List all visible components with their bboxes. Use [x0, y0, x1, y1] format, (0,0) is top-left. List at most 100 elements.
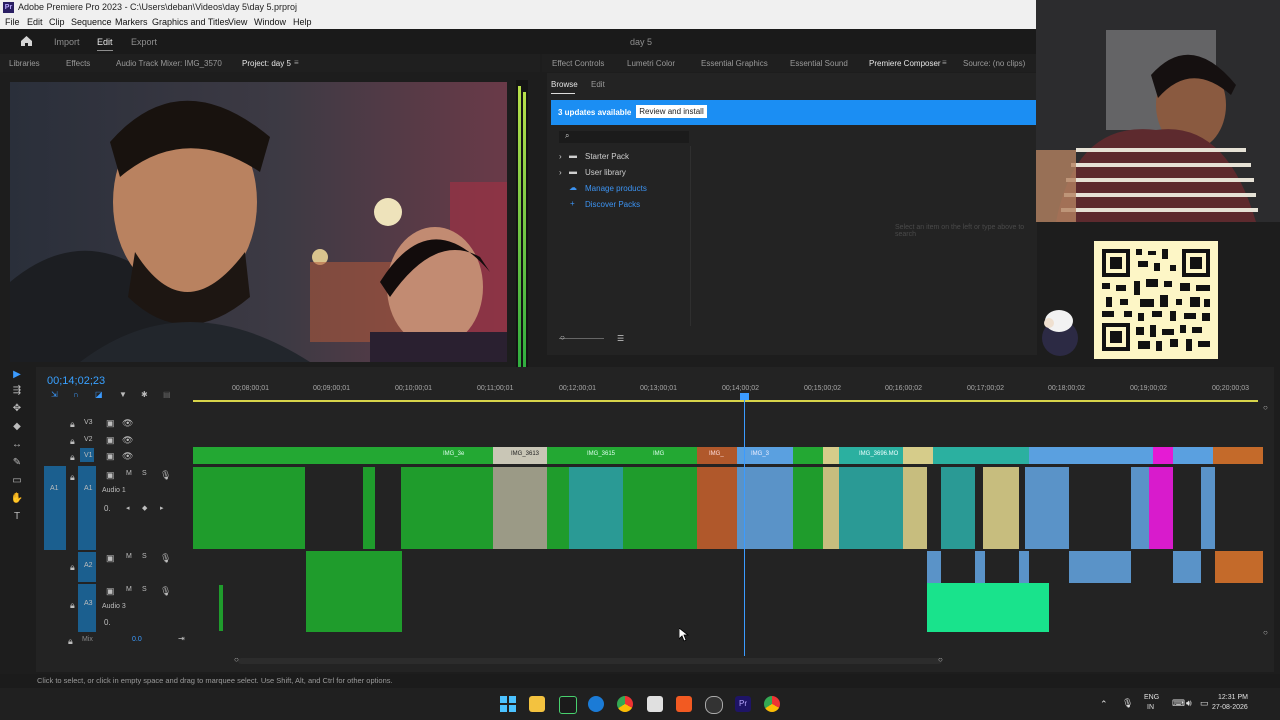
chrome-profile-icon[interactable]	[764, 696, 780, 712]
import-tab[interactable]: Import	[54, 37, 80, 47]
mix-value[interactable]: 0.0	[132, 636, 142, 643]
lock-icon[interactable]: 🔒︎	[70, 436, 75, 447]
volume-value[interactable]: 0.	[104, 504, 111, 513]
panel-menu-icon[interactable]: ≡	[942, 58, 947, 67]
tab-essential-sound[interactable]: Essential Sound	[790, 59, 848, 68]
eye-icon[interactable]: 👁︎	[122, 418, 133, 429]
wrench-icon[interactable]: ✱	[141, 390, 148, 399]
toggle-sync-icon[interactable]: ▣	[106, 418, 115, 429]
audio-clip[interactable]	[839, 467, 903, 549]
audio-clip[interactable]	[823, 467, 839, 549]
tab-effects[interactable]: Effects	[66, 59, 90, 68]
video-clip[interactable]: IMG_3613	[493, 447, 547, 464]
vertical-zoom-icon[interactable]: ○	[1263, 403, 1268, 412]
razor-tool-icon[interactable]: ◆	[10, 421, 24, 433]
audio-clip[interactable]	[1025, 467, 1069, 549]
mix-end-icon[interactable]: ⇥	[178, 634, 185, 643]
audio-clip[interactable]	[306, 551, 402, 583]
list-view-icon[interactable]: ☰	[617, 334, 624, 343]
tab-project[interactable]: Project: day 5	[242, 59, 291, 68]
audio-clip[interactable]	[927, 551, 941, 583]
chevron-right-icon[interactable]: ›	[559, 168, 562, 177]
tree-starter-pack[interactable]: Starter Pack	[585, 152, 629, 161]
audio-clip[interactable]	[1201, 467, 1215, 549]
audio-clip[interactable]	[941, 467, 975, 549]
menu-clip[interactable]: Clip	[49, 17, 65, 27]
battery-icon[interactable]: ▭	[1200, 698, 1209, 709]
language-top[interactable]: ENG	[1144, 694, 1159, 701]
marker-icon[interactable]: ▼	[119, 390, 127, 399]
video-clip[interactable]: IMG_	[697, 447, 737, 464]
menu-help[interactable]: Help	[293, 17, 312, 27]
ripple-edit-tool-icon[interactable]: ✥	[10, 403, 24, 415]
audio-clip[interactable]	[1173, 551, 1201, 583]
audio-clip[interactable]	[983, 467, 1019, 549]
tab-effect-controls[interactable]: Effect Controls	[552, 59, 604, 68]
windows-start-icon[interactable]	[500, 696, 516, 712]
audio-clip[interactable]	[793, 467, 823, 549]
brave-icon[interactable]	[676, 696, 692, 712]
audio-clip[interactable]	[306, 583, 402, 632]
toggle-sync-icon[interactable]: ▣	[106, 553, 115, 564]
toggle-sync-icon[interactable]: ▣	[106, 586, 115, 597]
video-clip[interactable]	[933, 447, 1029, 464]
slider-handle-icon[interactable]: ○	[560, 333, 565, 342]
audio-clip[interactable]	[623, 467, 697, 549]
tree-user-library[interactable]: User library	[585, 168, 626, 177]
nest-icon[interactable]: ⇲	[51, 390, 58, 399]
keyframe-add-icon[interactable]: ◆	[142, 504, 147, 512]
playhead-handle[interactable]	[740, 393, 749, 400]
menu-markers[interactable]: Markers	[115, 17, 148, 27]
clips-area[interactable]: IMG_3613 IMG_3615 IMG_ IMG_3 IMG_3696.MO…	[193, 445, 1263, 635]
scroll-handle-right-icon[interactable]: ○	[938, 655, 943, 664]
store-icon[interactable]	[647, 696, 663, 712]
audio-clip[interactable]	[193, 467, 305, 549]
microphone-icon[interactable]: 🎙︎	[160, 586, 171, 597]
home-icon[interactable]	[20, 35, 33, 47]
source-patch-a1[interactable]	[44, 466, 66, 550]
solo-button[interactable]: S	[142, 586, 147, 593]
subtab-edit[interactable]: Edit	[591, 80, 605, 89]
lock-icon[interactable]: 🔒︎	[70, 472, 75, 483]
clock-time[interactable]: 12:31 PM	[1218, 694, 1248, 701]
discover-packs-link[interactable]: Discover Packs	[585, 200, 640, 209]
zoom-slider[interactable]	[559, 338, 604, 339]
volume-icon[interactable]: 🔊︎	[1186, 698, 1192, 709]
pen-tool-icon[interactable]: ✎	[10, 457, 24, 469]
lock-icon[interactable]: 🔒︎	[70, 419, 75, 430]
microphone-icon[interactable]: 🎙︎	[160, 470, 171, 481]
rectangle-tool-icon[interactable]: ▭	[10, 475, 24, 487]
audio-clip[interactable]	[1215, 551, 1263, 583]
menu-sequence[interactable]: Sequence	[71, 17, 112, 27]
video-clip[interactable]	[1153, 447, 1173, 464]
playhead[interactable]	[744, 394, 745, 656]
chevron-up-icon[interactable]: ⌃	[1100, 699, 1108, 710]
review-install-button[interactable]: Review and install	[636, 105, 707, 118]
mute-button[interactable]: M	[126, 553, 132, 560]
video-clip[interactable]	[1173, 447, 1213, 464]
microphone-tray-icon[interactable]: 🎙︎	[1122, 698, 1133, 709]
linked-select-icon[interactable]: ◪	[95, 390, 103, 399]
timeline-scrollbar[interactable]	[238, 658, 942, 664]
tab-essential-graphics[interactable]: Essential Graphics	[701, 59, 768, 68]
tab-lumetri[interactable]: Lumetri Color	[627, 59, 675, 68]
menu-graphics[interactable]: Graphics and Titles	[152, 17, 229, 27]
edit-tab[interactable]: Edit	[97, 37, 113, 51]
menu-view[interactable]: View	[228, 17, 247, 27]
menu-window[interactable]: Window	[254, 17, 286, 27]
network-icon[interactable]: ⌨	[1172, 698, 1185, 709]
edge-icon[interactable]	[588, 696, 604, 712]
work-area-bar[interactable]	[193, 400, 1258, 402]
toggle-sync-icon[interactable]: ▣	[106, 470, 115, 481]
video-clip[interactable]: IMG_3	[737, 447, 793, 464]
audio-clip[interactable]	[569, 467, 623, 549]
tab-libraries[interactable]: Libraries	[9, 59, 40, 68]
audio-clip[interactable]	[401, 467, 493, 549]
file-explorer-icon[interactable]	[529, 696, 545, 712]
audio-clip[interactable]	[1149, 467, 1173, 549]
hand-tool-icon[interactable]: ✋	[10, 493, 24, 505]
audio-clip[interactable]	[903, 467, 927, 549]
chevron-right-icon[interactable]: ›	[559, 152, 562, 161]
scroll-handle-left-icon[interactable]: ○	[234, 655, 239, 664]
clock-date[interactable]: 27-08-2026	[1212, 704, 1248, 711]
